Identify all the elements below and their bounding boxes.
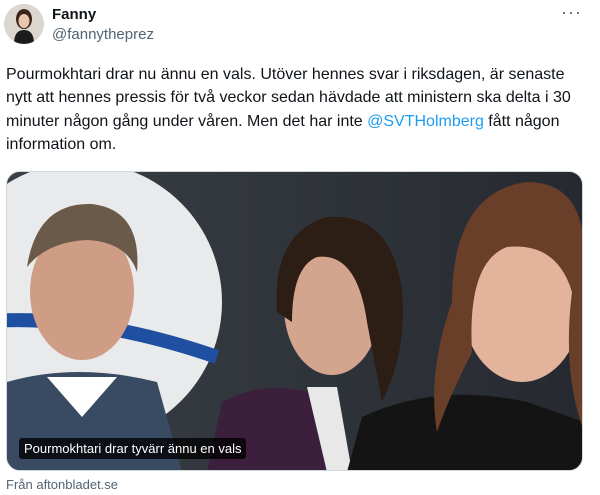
avatar-image xyxy=(4,4,44,44)
card-caption: Pourmokhtari drar tyvärr ännu en vals xyxy=(19,438,247,459)
tweet-text: Pourmokhtari drar nu ännu en vals. Utöve… xyxy=(6,63,586,156)
mention-link[interactable]: @SVTHolmberg xyxy=(367,113,484,130)
avatar[interactable] xyxy=(4,4,44,44)
more-options-icon[interactable]: ··· xyxy=(561,2,582,22)
author-handle[interactable]: @fannytheprez xyxy=(52,26,154,44)
link-card-image[interactable]: Pourmokhtari drar tyvärr ännu en vals xyxy=(6,171,583,471)
card-source-link[interactable]: Från aftonbladet.se xyxy=(6,477,118,493)
author-name[interactable]: Fanny xyxy=(52,6,96,24)
article-photo xyxy=(7,172,582,470)
